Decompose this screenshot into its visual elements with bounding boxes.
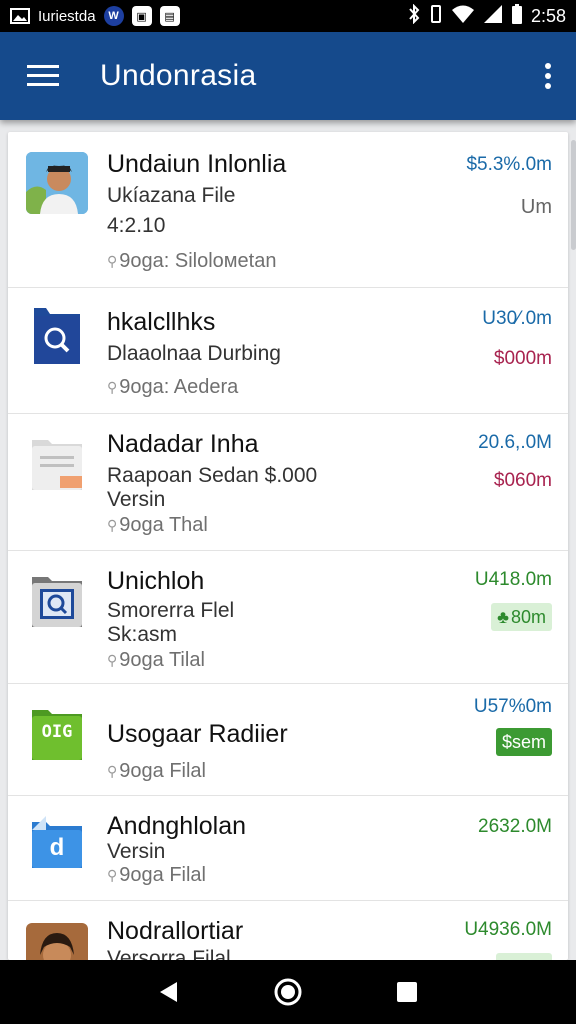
- item-amount-secondary: Um: [520, 196, 552, 218]
- page-title: Undonrasia: [100, 59, 257, 92]
- avatar: [26, 923, 88, 960]
- scrollbar[interactable]: [571, 140, 576, 250]
- location-pin-icon: ⚲: [107, 517, 118, 533]
- app-icon: ▣: [131, 6, 152, 26]
- item-subtitle: Ukíazana File: [107, 184, 236, 207]
- list-item[interactable]: Undaiun Inlonlia Ukíazana File 4:2.10 ⚲ …: [8, 132, 568, 288]
- item-amount: U57%0m: [473, 696, 552, 717]
- app-icon: ▤: [159, 6, 180, 26]
- image-icon: [10, 7, 30, 25]
- item-title: Nodrallortiar: [107, 917, 244, 945]
- item-subtitle: Versorra Filal: [107, 947, 231, 960]
- vpn-icon: W: [103, 6, 124, 26]
- document-icon: [26, 432, 88, 494]
- item-amount: 20.6,.0M: [478, 432, 552, 453]
- navigation-bar: [0, 960, 576, 1024]
- status-bar: Iuriestda W ▣ ▤ 2:58: [0, 0, 576, 32]
- item-amount: U30⁄.0m: [482, 308, 552, 329]
- location-pin-icon: ⚲: [107, 379, 118, 395]
- home-circle-icon[interactable]: [268, 972, 308, 1012]
- item-title: Usogaar Radiier: [107, 720, 288, 748]
- status-right: 2:58: [407, 3, 566, 29]
- status-badge-text: 80m: [510, 606, 546, 627]
- location-pin-icon: ⚲: [107, 867, 118, 883]
- item-amount: U4936.0M: [464, 919, 552, 940]
- item-title: hkalcllhks: [107, 308, 216, 336]
- item-version: 4:2.10: [107, 214, 166, 237]
- tile-label: OIG: [41, 722, 73, 742]
- item-subtitle: Smorerra Flel: [107, 599, 235, 622]
- clock: 2:58: [530, 5, 566, 26]
- hamburger-icon[interactable]: [0, 32, 86, 120]
- vibrate-icon: [429, 4, 443, 29]
- carrier-label: Iuriestda: [38, 7, 96, 25]
- item-meta: ⚲ 9oga: Aedera: [107, 376, 238, 399]
- list-item[interactable]: Nadadar Inha Raapoan Sedan $.000 Versin …: [8, 414, 568, 551]
- item-title: Unichloh: [107, 567, 205, 595]
- item-meta: ⚲ 9oga: Siloloмetan: [107, 250, 276, 273]
- blue-folder-icon: d: [26, 812, 88, 874]
- status-badge: $sem: [495, 728, 552, 756]
- item-amount-secondary: $000m: [493, 348, 552, 369]
- item-version: Versin: [107, 488, 166, 511]
- list-item[interactable]: d Andnghlolan Versin ⚲ 9oga Filal 2632.0…: [8, 796, 568, 901]
- list-item[interactable]: OIG Usogaar Radiier ⚲ 9oga Filal U57%0m …: [8, 684, 568, 796]
- avatar: [26, 152, 88, 214]
- status-badge: ♣ 80m: [491, 603, 552, 631]
- item-meta: ⚲ 9oga Filal: [107, 760, 206, 783]
- item-amount-secondary: $060m: [493, 470, 552, 491]
- search-folder-icon: [26, 304, 88, 366]
- wifi-icon: [451, 4, 475, 29]
- item-meta-text: 9oga Tilal: [119, 649, 205, 671]
- item-title: Andnghlolan: [107, 812, 247, 840]
- item-subtitle: Raapoan Sedan $.000: [107, 464, 318, 487]
- file-list: Undaiun Inlonlia Ukíazana File 4:2.10 ⚲ …: [8, 132, 568, 960]
- item-meta: ⚲ 9oga Filal: [107, 864, 206, 887]
- recents-square-icon[interactable]: [387, 972, 427, 1012]
- location-pin-icon: ⚲: [107, 763, 118, 779]
- item-title: Undaiun Inlonlia: [107, 150, 287, 178]
- list-item[interactable]: hkalcllhks Dlaaolnaa Durbing ⚲ 9oga: Aed…: [8, 288, 568, 414]
- location-pin-icon: ⚲: [107, 253, 118, 269]
- search-window-icon: [26, 569, 88, 631]
- bluetooth-icon: [407, 3, 421, 29]
- status-badge: [496, 953, 552, 960]
- item-amount: $5.3%.0m: [466, 154, 552, 175]
- signal-icon: [483, 4, 503, 29]
- item-meta-text: 9oga Filal: [119, 864, 206, 886]
- item-meta-text: 9oga: Aedera: [119, 376, 239, 398]
- item-subtitle: Dlaaolnaa Durbing: [107, 342, 281, 365]
- leaf-icon: ♣: [497, 606, 509, 627]
- item-amount: U418.0m: [474, 569, 552, 590]
- status-badge-text: $sem: [501, 731, 546, 752]
- green-tile-icon: OIG: [26, 704, 88, 766]
- item-meta-text: 9oga Thal: [119, 514, 208, 536]
- item-meta: ⚲ 9oga Tilal: [107, 649, 205, 672]
- list-item[interactable]: Unichloh Smorerra Flel Sk:asm ⚲ 9oga Til…: [8, 551, 568, 684]
- item-title: Nadadar Inha: [107, 430, 259, 458]
- list-item[interactable]: Nodrallortiar Versorra Filal U4936.0M: [8, 901, 568, 960]
- more-vert-icon[interactable]: [520, 32, 576, 120]
- app-bar: Undonrasia: [0, 32, 576, 120]
- location-pin-icon: ⚲: [107, 652, 118, 668]
- item-meta: ⚲ 9oga Thal: [107, 514, 208, 537]
- tile-label: d: [49, 834, 65, 861]
- battery-icon: [511, 3, 523, 29]
- item-version: Sk:asm: [107, 623, 178, 646]
- status-left: Iuriestda W ▣ ▤: [10, 6, 180, 26]
- back-triangle-icon[interactable]: [149, 972, 189, 1012]
- item-meta-text: 9oga: Siloloмetan: [119, 250, 277, 272]
- item-meta-text: 9oga Filal: [119, 760, 206, 782]
- item-subtitle: Versin: [107, 840, 166, 863]
- item-amount: 2632.0M: [478, 816, 552, 837]
